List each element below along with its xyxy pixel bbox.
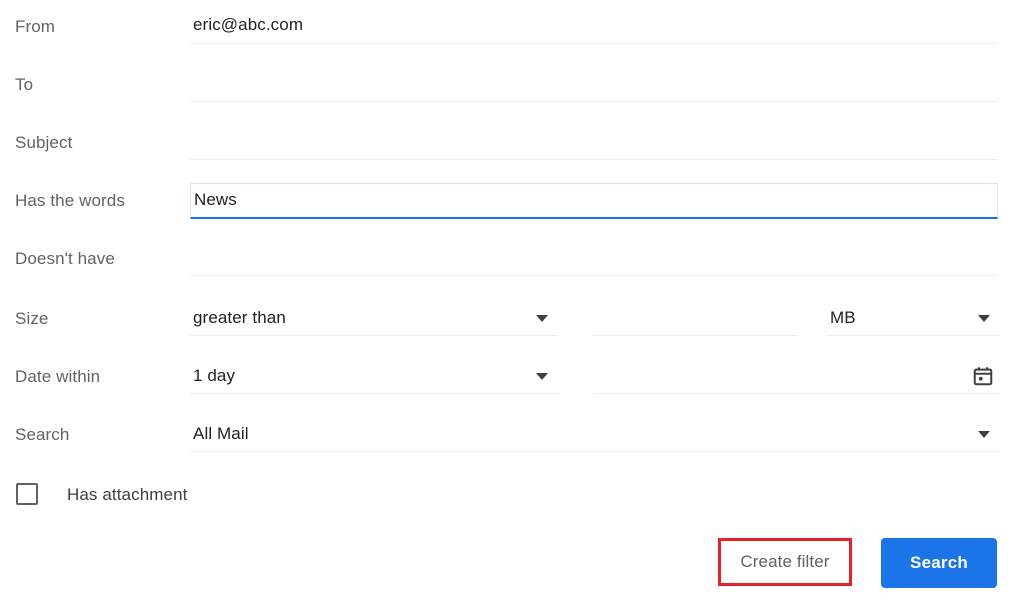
field-label-search: Search xyxy=(15,425,70,444)
field-label-from: From xyxy=(15,17,56,36)
size-amount-input[interactable] xyxy=(592,300,798,336)
field-label-size: Size xyxy=(15,309,49,328)
field-label-subject: Subject xyxy=(15,133,73,152)
date-input[interactable] xyxy=(593,358,963,394)
create-filter-button[interactable]: Create filter xyxy=(721,541,849,583)
search-row-doesnt-have: Doesn't have xyxy=(0,232,1024,290)
has-the-words-input[interactable] xyxy=(190,183,998,219)
date-range-select[interactable]: 1 day xyxy=(190,358,558,394)
size-comparator-value: greater than xyxy=(193,308,286,327)
search-row-date-within: Date within 1 day xyxy=(0,350,1024,408)
advanced-search-panel: From To Subject Has the words Doesn't ha… xyxy=(0,0,1024,605)
has-attachment-row: Has attachment xyxy=(0,478,420,518)
search-row-subject: Subject xyxy=(0,116,1024,174)
from-input[interactable] xyxy=(190,8,998,44)
search-row-from: From xyxy=(0,0,1024,58)
has-attachment-checkbox[interactable] xyxy=(16,483,38,505)
chevron-down-icon xyxy=(536,315,548,322)
date-field-wrapper xyxy=(593,358,1000,394)
date-range-value: 1 day xyxy=(193,366,236,385)
size-unit-select[interactable]: MB xyxy=(827,300,1000,336)
field-label-has-the-words: Has the words xyxy=(15,191,125,210)
chevron-down-icon xyxy=(978,315,990,322)
calendar-icon[interactable] xyxy=(972,365,994,387)
search-row-to: To xyxy=(0,58,1024,116)
search-row-has-the-words: Has the words xyxy=(0,174,1024,232)
size-comparator-select[interactable]: greater than xyxy=(190,300,558,336)
search-row-scope: Search All Mail xyxy=(0,408,1024,466)
to-input[interactable] xyxy=(190,66,998,102)
doesnt-have-input[interactable] xyxy=(190,240,998,276)
chevron-down-icon xyxy=(536,373,548,380)
search-scope-select[interactable]: All Mail xyxy=(190,416,1000,452)
search-row-size: Size greater than MB xyxy=(0,292,1024,350)
subject-input[interactable] xyxy=(190,124,998,160)
field-label-date-within: Date within xyxy=(15,367,101,386)
search-scope-value: All Mail xyxy=(193,424,249,443)
create-filter-highlight: Create filter xyxy=(718,538,852,586)
field-label-to: To xyxy=(15,75,34,94)
chevron-down-icon xyxy=(978,431,990,438)
search-button[interactable]: Search xyxy=(881,538,997,588)
field-label-doesnt-have: Doesn't have xyxy=(15,249,115,268)
has-attachment-label: Has attachment xyxy=(67,485,188,504)
size-unit-value: MB xyxy=(830,308,856,327)
